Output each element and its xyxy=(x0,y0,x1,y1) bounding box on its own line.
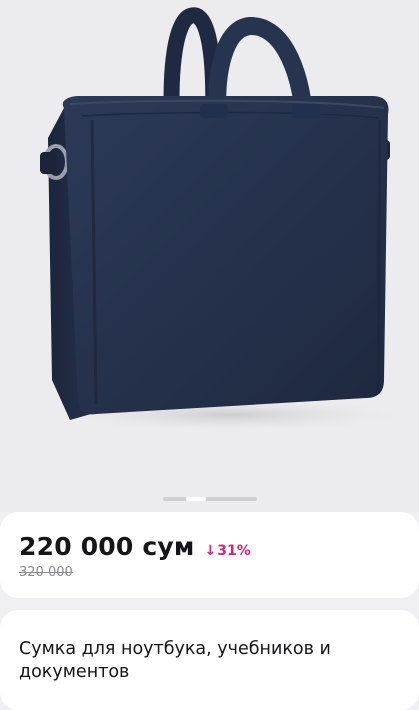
gallery-pagination-track xyxy=(162,497,257,501)
current-price: 220 000 сум xyxy=(19,532,195,561)
title-card: Сумка для ноутбука, учебников и документ… xyxy=(0,610,419,710)
product-title: Сумка для ноутбука, учебников и документ… xyxy=(19,639,331,682)
arrow-down-icon: ↓ xyxy=(204,543,217,559)
old-price: 320 000 xyxy=(19,565,73,580)
product-image-gallery[interactable] xyxy=(0,0,419,512)
gallery-pagination-active-dot xyxy=(185,497,206,501)
discount-percent: 31% xyxy=(217,543,251,559)
gallery-pagination[interactable] xyxy=(0,497,419,501)
price-card: 220 000 сум ↓ 31% 320 000 xyxy=(0,512,419,598)
price-row: 220 000 сум ↓ 31% xyxy=(19,532,400,561)
product-photo xyxy=(0,0,419,512)
discount-badge: ↓ 31% xyxy=(205,543,251,559)
